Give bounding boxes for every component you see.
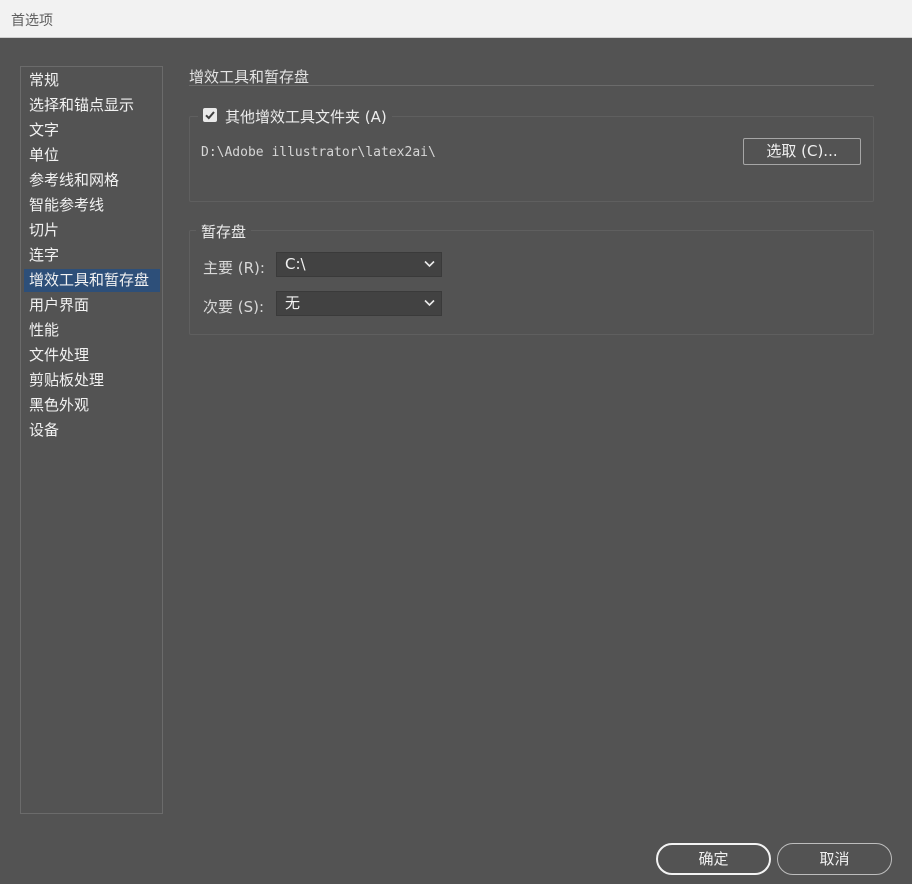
section-divider: [189, 85, 874, 86]
title-bar: 首选项: [0, 0, 912, 38]
scratch-disks-legend: 暂存盘: [196, 221, 252, 242]
sidebar-item-user-interface[interactable]: 用户界面: [24, 294, 160, 317]
choose-folder-button[interactable]: 选取 (C)...: [743, 138, 861, 165]
sidebar-item-selection-anchor-display[interactable]: 选择和锚点显示: [24, 94, 160, 117]
cancel-button[interactable]: 取消: [777, 843, 892, 875]
sidebar-item-hyphenation[interactable]: 连字: [24, 244, 160, 267]
secondary-scratch-value: 无: [285, 294, 301, 312]
sidebar-item-appearance-of-black[interactable]: 黑色外观: [24, 394, 160, 417]
additional-plugins-checkbox[interactable]: [203, 108, 217, 122]
sidebar-item-clipboard-handling[interactable]: 剪贴板处理: [24, 369, 160, 392]
plugins-group-legend[interactable]: 其他增效工具文件夹 (A): [198, 106, 392, 127]
sidebar-item-general[interactable]: 常规: [24, 69, 160, 92]
window-title: 首选项: [11, 13, 53, 29]
sidebar-item-guides-grid[interactable]: 参考线和网格: [24, 169, 160, 192]
primary-scratch-label: 主要 (R):: [203, 259, 265, 277]
preferences-category-list[interactable]: 常规 选择和锚点显示 文字 单位 参考线和网格 智能参考线 切片 连字 增效工具…: [20, 66, 163, 814]
sidebar-item-units[interactable]: 单位: [24, 144, 160, 167]
primary-scratch-select[interactable]: C:\: [276, 252, 442, 277]
section-title: 增效工具和暂存盘: [189, 68, 310, 86]
sidebar-item-devices[interactable]: 设备: [24, 419, 160, 442]
sidebar-item-smart-guides[interactable]: 智能参考线: [24, 194, 160, 217]
secondary-scratch-label: 次要 (S):: [203, 298, 265, 316]
scratch-disks-group: [189, 230, 874, 335]
secondary-scratch-select[interactable]: 无: [276, 291, 442, 316]
sidebar-item-file-handling[interactable]: 文件处理: [24, 344, 160, 367]
sidebar-item-performance[interactable]: 性能: [24, 319, 160, 342]
additional-plugins-checkbox-label[interactable]: 其他增效工具文件夹 (A): [225, 108, 387, 126]
chevron-down-icon: [424, 299, 435, 307]
checkmark-icon: [205, 111, 215, 120]
primary-scratch-value: C:\: [285, 255, 306, 273]
ok-button[interactable]: 确定: [656, 843, 771, 875]
sidebar-item-plugins-scratch-disks[interactable]: 增效工具和暂存盘: [24, 269, 160, 292]
plugins-folder-path: D:\Adobe illustrator\latex2ai\: [201, 145, 436, 160]
chevron-down-icon: [424, 260, 435, 268]
sidebar-item-slices[interactable]: 切片: [24, 219, 160, 242]
sidebar-item-type[interactable]: 文字: [24, 119, 160, 142]
